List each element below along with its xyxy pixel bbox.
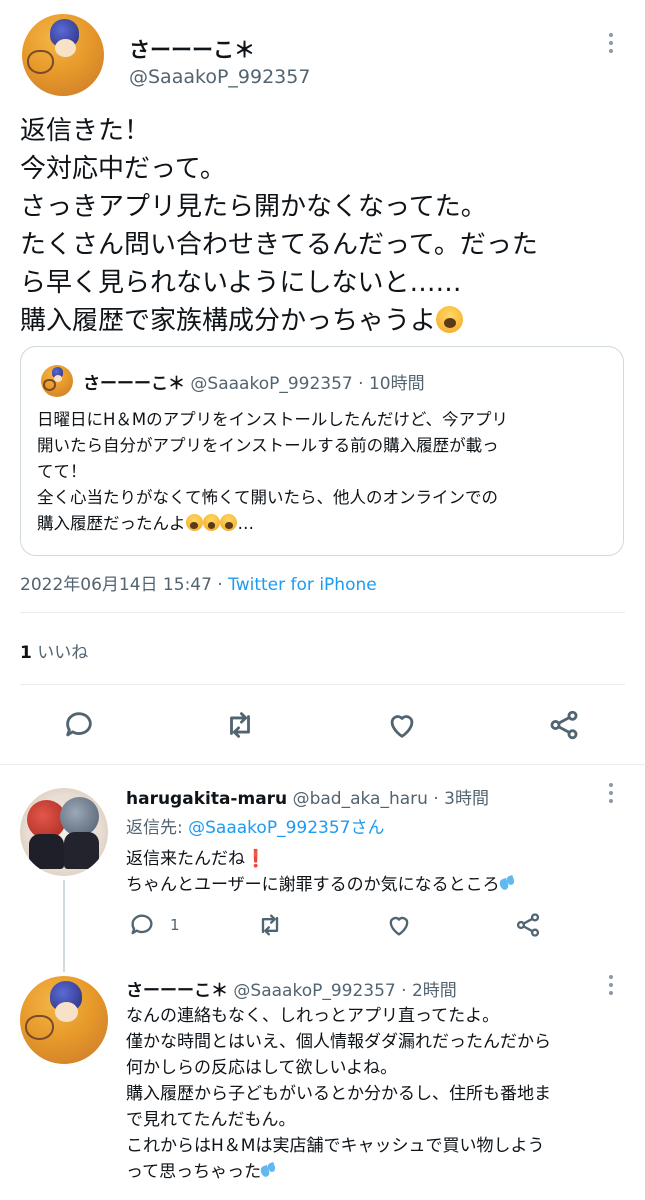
reply-1-like-button[interactable] (385, 911, 413, 943)
reply-1-reply-count: 1 (170, 916, 180, 934)
reply-2-body: なんの連絡もなく、しれっとアプリ直ってたよ。 僅かな時間とはいえ、個人情報ダダ漏… (126, 1003, 631, 1185)
likes-summary[interactable]: 1 いいね (20, 638, 88, 663)
likes-label: いいね (37, 643, 89, 663)
main-like-button[interactable] (385, 708, 419, 746)
thread-line (63, 880, 65, 972)
comment-bubble-icon (131, 914, 153, 935)
quoted-tweet-line: 開いたら自分がアプリをインストールする前の購入履歴が載っ (37, 436, 499, 455)
reply-1-reply-to-handle[interactable]: @SaaakoP_992357さん (188, 818, 384, 838)
reply-2-line: なんの連絡もなく、しれっとアプリ直ってたよ。 (126, 1006, 500, 1026)
likes-count: 1 (20, 643, 32, 663)
exclamation-icon: ❗ (245, 849, 267, 869)
reply-1-line: 返信来たんだね (126, 849, 245, 869)
main-tweet-line: 返信きた！ (20, 116, 151, 146)
quoted-tweet-body: 日曜日にH＆Mのアプリをインストールしたんだけど、今アプリ 開いたら自分がアプリ… (37, 407, 617, 537)
main-tweet-line: ら早く見られないようにしないと…… (20, 268, 462, 298)
main-retweet-button[interactable] (223, 708, 257, 746)
reply-1-share-button[interactable] (514, 911, 542, 943)
main-tweet-line-last: 購入履歴で家族構成分かっちゃうよ (20, 302, 630, 340)
main-tweet-avatar[interactable] (22, 14, 104, 96)
quoted-tweet-header: さーーーこ＊ @SaaakoP_992357 · 10時間 (83, 369, 425, 394)
main-tweet-line: 今対応中だって。 (20, 154, 226, 184)
reply-2-avatar[interactable] (20, 976, 108, 1064)
main-tweet-more-icon[interactable] (602, 30, 620, 56)
comment-bubble-icon (66, 712, 92, 737)
main-tweet-source[interactable]: Twitter for iPhone (228, 575, 377, 595)
reply-2-line: で見れてたんだもん。 (126, 1110, 296, 1130)
reply-2-time[interactable]: 2時間 (412, 981, 457, 1001)
share-nodes-icon (516, 913, 540, 937)
reply-1-separator: · (433, 789, 439, 809)
reply-1-replying-to: 返信先: @SaaakoP_992357さん (126, 813, 384, 838)
main-tweet-display-name[interactable]: さーーーこ＊ (129, 34, 255, 64)
divider (20, 612, 625, 613)
heart-icon (389, 916, 409, 936)
reply-1-retweet-button[interactable] (256, 911, 284, 943)
quoted-tweet-line-last: 購入履歴だったんよ … (37, 511, 617, 537)
scream-emoji-icon (220, 514, 238, 532)
reply-1-reply-to-prefix: 返信先: (126, 818, 183, 838)
main-share-button[interactable] (547, 708, 581, 746)
reply-1-avatar[interactable] (20, 788, 108, 876)
main-tweet-timestamp[interactable]: 2022年06月14日 15:47 (20, 575, 212, 595)
reply-1-header: harugakita-maru @bad_aka_haru · 3時間 (126, 784, 489, 809)
reply-1-body: 返信来たんだね❗ ちゃんとユーザーに謝罪するのか気になるところ (126, 846, 626, 898)
retweet-arrows-icon (230, 712, 250, 738)
heart-icon (390, 715, 414, 738)
reply-2-display-name[interactable]: さーーーこ＊ (126, 981, 228, 1001)
reply-1-line-first: 返信来たんだね❗ (126, 846, 626, 872)
reply-2-line-last: って思っちゃった (126, 1159, 631, 1185)
share-nodes-icon (550, 710, 578, 740)
reply-1-line-last: ちゃんとユーザーに謝罪するのか気になるところ (126, 872, 626, 898)
quoted-tweet-handle: @SaaakoP_992357 (190, 374, 353, 394)
reply-2-header: さーーーこ＊ @SaaakoP_992357 · 2時間 (126, 976, 457, 1001)
retweet-arrows-icon (261, 914, 279, 936)
reply-1-display-name[interactable]: harugakita-maru (126, 789, 287, 809)
main-reply-button[interactable] (62, 708, 96, 746)
reply-2-separator: · (401, 981, 407, 1001)
main-tweet-meta-separator: · (217, 575, 223, 595)
reply-1-line: ちゃんとユーザーに謝罪するのか気になるところ (126, 875, 500, 895)
quoted-tweet-time: 10時間 (368, 374, 425, 394)
quoted-tweet-ellipsis: … (237, 514, 254, 533)
scream-emoji-icon (185, 514, 203, 532)
quoted-tweet-card[interactable]: さーーーこ＊ @SaaakoP_992357 · 10時間 日曜日にH＆Mのアプ… (20, 346, 624, 556)
quoted-tweet-avatar (41, 365, 73, 397)
reply-2-line: 僅かな時間とはいえ、個人情報ダダ漏れだったんだから (126, 1032, 551, 1052)
reply-2-line: 購入履歴から子どもがいるとか分かるし、住所も番地ま (126, 1084, 551, 1104)
reply-1-time[interactable]: 3時間 (444, 789, 489, 809)
sweat-drops-icon (500, 876, 515, 891)
quoted-tweet-display-name: さーーーこ＊ (83, 374, 185, 394)
section-divider (0, 764, 645, 765)
main-tweet-meta: 2022年06月14日 15:47 · Twitter for iPhone (20, 570, 377, 595)
reply-2-line: これからはH＆Mは実店舗でキャッシュで買い物しよう (126, 1136, 545, 1156)
reply-1-reply-button[interactable]: 1 (128, 911, 180, 939)
main-tweet-handle[interactable]: @SaaakoP_992357 (129, 66, 310, 88)
reply-1-more-icon[interactable] (602, 780, 620, 806)
reply-2-line: って思っちゃった (126, 1162, 262, 1182)
reply-1-handle[interactable]: @bad_aka_haru (293, 789, 428, 809)
quoted-tweet-line: 全く心当たりがなくて怖くて開いたら、他人のオンラインでの (37, 488, 499, 507)
quoted-tweet-line: 購入履歴だったんよ (37, 514, 186, 533)
divider (20, 684, 625, 685)
reply-2-line: 何かしらの反応はして欲しいよね。 (126, 1058, 398, 1078)
main-tweet-line: 購入履歴で家族構成分かっちゃうよ (20, 306, 437, 336)
scream-emoji-icon (436, 305, 464, 333)
scream-emoji-icon (202, 514, 221, 532)
sweat-drops-icon (261, 1163, 276, 1178)
main-tweet-body: 返信きた！ 今対応中だって。 さっきアプリ見たら開かなくなってた。 たくさん問い… (20, 112, 630, 340)
main-tweet-line: たくさん問い合わせきてるんだって。だった (20, 230, 538, 260)
quoted-tweet-line: 日曜日にH＆Mのアプリをインストールしたんだけど、今アプリ (37, 410, 508, 429)
reply-2-handle[interactable]: @SaaakoP_992357 (233, 981, 395, 1001)
reply-2-more-icon[interactable] (602, 972, 620, 998)
quoted-tweet-line: てて！ (37, 462, 87, 481)
quoted-tweet-separator: · (358, 374, 364, 394)
main-tweet-line: さっきアプリ見たら開かなくなってた。 (20, 192, 487, 222)
